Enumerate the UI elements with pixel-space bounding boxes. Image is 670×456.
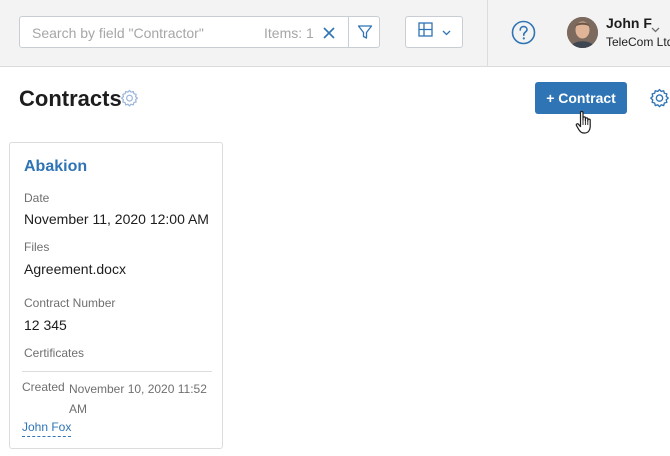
toolbar-divider <box>487 0 488 67</box>
field-label-date: Date <box>24 191 50 205</box>
help-icon[interactable] <box>511 20 536 45</box>
user-avatar[interactable] <box>567 17 598 48</box>
field-value-date: November 11, 2020 12:00 AM <box>24 211 209 227</box>
view-switcher-button[interactable] <box>405 16 463 48</box>
field-value-contract-number: 12 345 <box>24 317 67 333</box>
card-divider <box>22 371 212 372</box>
grid-view-icon <box>417 22 433 42</box>
field-label-certificates: Certificates <box>24 346 85 360</box>
field-label-contract-number: Contract Number <box>24 296 116 310</box>
search-box: Items: 1 <box>19 16 380 48</box>
card-title[interactable]: Abakion <box>24 158 87 176</box>
user-company: TeleCom Ltd. <box>606 35 670 49</box>
close-icon[interactable] <box>318 23 340 43</box>
page-title: Contracts <box>19 86 122 111</box>
search-input[interactable] <box>32 24 252 42</box>
created-value: November 10, 2020 11:52 AM <box>69 382 207 416</box>
hand-cursor-icon <box>574 110 596 141</box>
contract-card[interactable]: Abakion Date November 11, 2020 12:00 AM … <box>9 142 223 449</box>
top-toolbar: Items: 1 John F Tele <box>0 0 670 67</box>
user-name[interactable]: John F <box>606 15 652 31</box>
created-label: Created <box>22 380 65 394</box>
filter-icon[interactable] <box>348 17 380 47</box>
author-link[interactable]: John Fox <box>22 420 72 437</box>
field-label-files: Files <box>24 240 50 254</box>
file-link[interactable]: Agreement.docx <box>24 261 126 277</box>
gear-icon[interactable] <box>120 89 139 113</box>
gear-icon[interactable] <box>649 88 670 114</box>
chevron-down-icon <box>442 23 451 41</box>
items-count: Items: 1 <box>264 25 314 41</box>
